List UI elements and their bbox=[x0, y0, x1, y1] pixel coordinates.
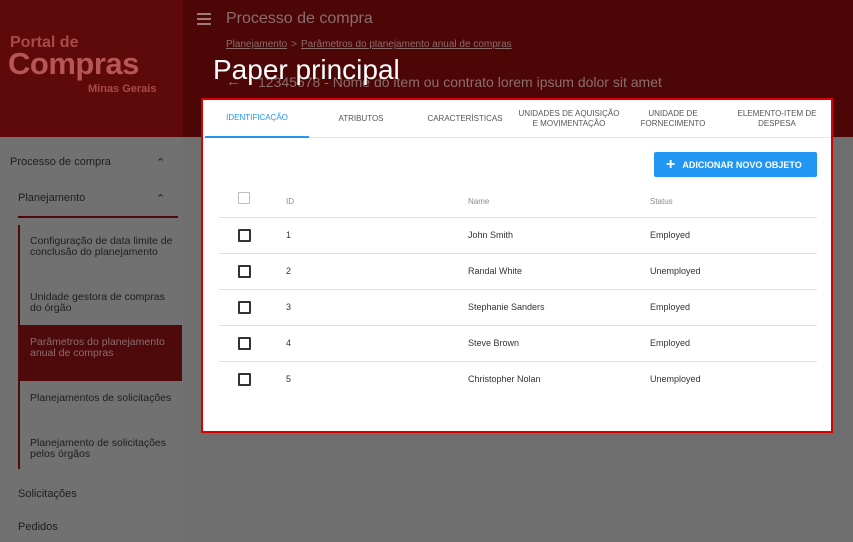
table-row[interactable]: 4 Steve Brown Employed bbox=[219, 326, 817, 362]
cell-id: 5 bbox=[286, 374, 292, 384]
cell-name: Stephanie Sanders bbox=[468, 302, 545, 312]
add-object-label: ADICIONAR NOVO OBJETO bbox=[682, 159, 802, 170]
paper-principal-label: Paper principal bbox=[213, 54, 400, 85]
sidebar-item-planejamentos-solicitacoes[interactable]: Planejamentos de solicitações bbox=[30, 393, 175, 404]
sidebar-item-configuracao[interactable]: Configuração de data limite de conclusão… bbox=[30, 236, 175, 258]
cell-id: 3 bbox=[286, 302, 292, 312]
sidebar-item-planejamento[interactable]: Planejamento bbox=[18, 192, 85, 204]
sidebar-item-processo-de-compra[interactable]: Processo de compra bbox=[10, 156, 111, 168]
tab-caracteristicas[interactable]: CARACTERÍSTICAS bbox=[413, 100, 517, 138]
menu-icon[interactable] bbox=[197, 13, 211, 25]
cell-status: Employed bbox=[650, 302, 691, 312]
breadcrumb-separator: > bbox=[291, 39, 297, 50]
chevron-up-icon[interactable]: ⌃ bbox=[156, 156, 165, 169]
select-all-checkbox[interactable] bbox=[238, 192, 250, 204]
table-row[interactable]: 5 Christopher Nolan Unemployed bbox=[219, 362, 817, 398]
row-checkbox[interactable] bbox=[238, 373, 251, 386]
row-checkbox[interactable] bbox=[238, 301, 251, 314]
divider bbox=[18, 216, 178, 218]
brand-logo: Portal de Compras Minas Gerais bbox=[0, 0, 183, 137]
brand-line3: Minas Gerais bbox=[88, 83, 157, 95]
tab-atributos[interactable]: ATRIBUTOS bbox=[309, 100, 413, 138]
cell-id: 2 bbox=[286, 266, 292, 276]
plus-icon: + bbox=[666, 155, 676, 173]
tab-unidade-fornecimento[interactable]: UNIDADE DE FORNECIMENTO bbox=[621, 100, 725, 138]
tab-unidades-aquisicao[interactable]: UNIDADES DE AQUISIÇÃO E MOVIMENTAÇÃO bbox=[517, 100, 621, 138]
column-header-name[interactable]: Name bbox=[468, 197, 489, 206]
cell-name: Christopher Nolan bbox=[468, 374, 541, 384]
table-header: ID Name Status bbox=[219, 188, 817, 218]
table-row[interactable]: 3 Stephanie Sanders Employed bbox=[219, 290, 817, 326]
sidebar-item-pedidos[interactable]: Pedidos bbox=[18, 521, 58, 533]
cell-status: Employed bbox=[650, 338, 691, 348]
cell-id: 4 bbox=[286, 338, 292, 348]
add-object-button[interactable]: + ADICIONAR NOVO OBJETO bbox=[654, 152, 817, 177]
page-title: Processo de compra bbox=[226, 10, 373, 27]
cell-name: Randal White bbox=[468, 266, 523, 276]
cell-status: Unemployed bbox=[650, 266, 701, 276]
sidebar-item-unidade-gestora[interactable]: Unidade gestora de compras do órgão bbox=[30, 292, 175, 314]
tab-bar: IDENTIFICAÇÃO ATRIBUTOS CARACTERÍSTICAS … bbox=[203, 100, 831, 138]
column-header-status[interactable]: Status bbox=[650, 197, 673, 206]
row-checkbox[interactable] bbox=[238, 265, 251, 278]
cell-id: 1 bbox=[286, 230, 292, 240]
paper-principal: IDENTIFICAÇÃO ATRIBUTOS CARACTERÍSTICAS … bbox=[201, 98, 833, 433]
breadcrumb-parametros[interactable]: Parâmetros do planejamento anual de comp… bbox=[301, 39, 512, 50]
breadcrumb: Planejamento > Parâmetros do planejamento … bbox=[226, 39, 512, 50]
column-header-id[interactable]: ID bbox=[286, 197, 294, 206]
cell-name: Steve Brown bbox=[468, 338, 520, 348]
cell-status: Employed bbox=[650, 230, 691, 240]
row-checkbox[interactable] bbox=[238, 229, 251, 242]
table-row[interactable]: 2 Randal White Unemployed bbox=[219, 254, 817, 290]
tab-identificacao[interactable]: IDENTIFICAÇÃO bbox=[205, 100, 309, 138]
cell-name: John Smith bbox=[468, 230, 514, 240]
table-row[interactable]: 1 John Smith Employed bbox=[219, 218, 817, 254]
sidebar: Processo de compra ⌃ Planejamento ⌃ Conf… bbox=[0, 137, 183, 542]
sidebar-item-parametros[interactable]: Parâmetros do planejamento anual de comp… bbox=[30, 337, 175, 359]
tab-elemento-item[interactable]: ELEMENTO-ITEM DE DESPESA bbox=[725, 100, 829, 138]
sidebar-item-planejamento-orgaos[interactable]: Planejamento de solicitações pelos órgão… bbox=[30, 438, 175, 460]
sidebar-item-solicitacoes[interactable]: Solicitações bbox=[18, 488, 77, 500]
chevron-up-icon[interactable]: ⌃ bbox=[156, 192, 165, 205]
cell-status: Unemployed bbox=[650, 374, 701, 384]
row-checkbox[interactable] bbox=[238, 337, 251, 350]
brand-line2: Compras bbox=[8, 46, 139, 81]
breadcrumb-planejamento[interactable]: Planejamento bbox=[226, 39, 287, 50]
